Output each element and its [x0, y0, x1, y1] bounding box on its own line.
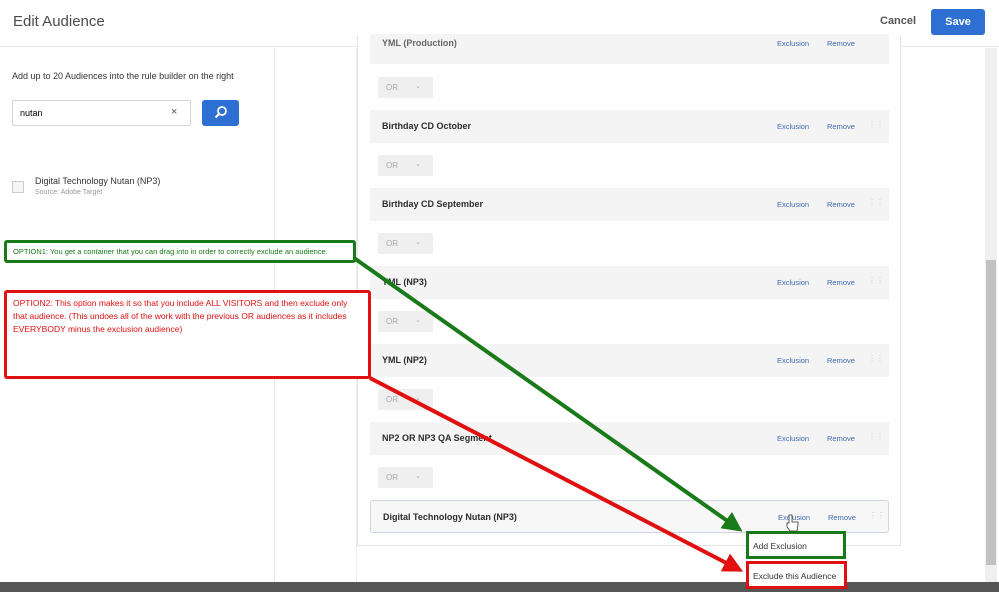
- operator-value: OR: [386, 83, 398, 92]
- remove-link[interactable]: Remove: [827, 39, 855, 48]
- audience-row[interactable]: NP2 OR NP3 QA Segment Exclusion Remove ⋮⋮: [370, 422, 889, 455]
- drag-handle-icon[interactable]: ⋮⋮: [868, 354, 884, 363]
- audience-name: Digital Technology Nutan (NP3): [35, 176, 161, 186]
- operator-dropdown[interactable]: OR ⌄: [378, 389, 433, 410]
- operator-dropdown[interactable]: OR ⌄: [378, 77, 433, 98]
- remove-link[interactable]: Remove: [827, 122, 855, 131]
- modal-title: Edit Audience: [13, 13, 105, 30]
- audience-row-name: Digital Technology Nutan (NP3): [383, 512, 517, 522]
- operator-dropdown[interactable]: OR ⌄: [378, 311, 433, 332]
- chevron-down-icon: ⌄: [415, 395, 421, 402]
- operator-value: OR: [386, 317, 398, 326]
- rule-builder: YML (Production) Exclusion Remove OR ⌄ Bi…: [357, 34, 901, 546]
- chevron-down-icon: ⌄: [415, 161, 421, 168]
- drag-handle-icon[interactable]: ⋮⋮: [868, 276, 884, 285]
- remove-link[interactable]: Remove: [827, 434, 855, 443]
- audience-row[interactable]: YML (Production) Exclusion Remove: [370, 34, 889, 64]
- option1-annotation: OPTION1: You get a container that you ca…: [4, 240, 356, 263]
- audience-row[interactable]: YML (NP3) Exclusion Remove ⋮⋮: [370, 266, 889, 299]
- cancel-button[interactable]: Cancel: [880, 15, 916, 27]
- instructions: Add up to 20 Audiences into the rule bui…: [12, 71, 234, 81]
- drag-handle-icon[interactable]: ⋮⋮: [868, 198, 884, 207]
- exclusion-link[interactable]: Exclusion: [777, 39, 809, 48]
- operator-dropdown[interactable]: OR ⌄: [378, 233, 433, 254]
- remove-link[interactable]: Remove: [827, 200, 855, 209]
- audience-row-name: YML (NP2): [382, 355, 427, 365]
- exclusion-link[interactable]: Exclusion: [777, 434, 809, 443]
- audience-row-selected[interactable]: Digital Technology Nutan (NP3) Exclusion R…: [370, 500, 889, 533]
- chevron-down-icon: ⌄: [415, 317, 421, 324]
- exclusion-link[interactable]: Exclusion: [777, 200, 809, 209]
- remove-link[interactable]: Remove: [827, 356, 855, 365]
- exclusion-link[interactable]: Exclusion: [777, 356, 809, 365]
- clear-icon[interactable]: ×: [171, 106, 177, 118]
- operator-dropdown[interactable]: OR ⌄: [378, 467, 433, 488]
- audience-row-name: NP2 OR NP3 QA Segment: [382, 433, 492, 443]
- drag-handle-icon[interactable]: ⋮⋮: [868, 432, 884, 441]
- audience-row[interactable]: Birthday CD October Exclusion Remove ⋮⋮: [370, 110, 889, 143]
- audience-row-name: Birthday CD October: [382, 121, 472, 131]
- audience-row-name: YML (Production): [382, 38, 457, 48]
- search-button[interactable]: [202, 100, 239, 126]
- operator-value: OR: [386, 239, 398, 248]
- chevron-down-icon: ⌄: [415, 83, 421, 90]
- window-bottom-edge: [0, 582, 999, 592]
- drag-handle-icon[interactable]: ⋮⋮: [868, 120, 884, 129]
- audience-row-name: Birthday CD September: [382, 199, 484, 209]
- audience-checkbox[interactable]: [12, 181, 24, 193]
- exclusion-link[interactable]: Exclusion: [777, 122, 809, 131]
- remove-link[interactable]: Remove: [828, 513, 856, 522]
- exclusion-link[interactable]: Exclusion: [777, 278, 809, 287]
- exclusion-link[interactable]: Exclusion: [778, 513, 810, 522]
- menu-item-add-exclusion[interactable]: Add Exclusion: [746, 531, 846, 559]
- remove-link[interactable]: Remove: [827, 278, 855, 287]
- drag-handle-icon[interactable]: ⋮⋮: [869, 511, 885, 520]
- save-button[interactable]: Save: [931, 9, 985, 35]
- operator-dropdown[interactable]: OR ⌄: [378, 155, 433, 176]
- chevron-down-icon: ⌄: [415, 473, 421, 480]
- scrollbar[interactable]: [985, 48, 997, 582]
- chevron-down-icon: ⌄: [415, 239, 421, 246]
- audience-row-name: YML (NP3): [382, 277, 427, 287]
- option2-annotation: OPTION2: This option makes it so that yo…: [4, 290, 371, 379]
- audience-source: Source: Adobe Target: [35, 189, 103, 196]
- operator-value: OR: [386, 395, 398, 404]
- scrollbar-thumb[interactable]: [986, 260, 996, 565]
- audience-row[interactable]: Birthday CD September Exclusion Remove ⋮⋮: [370, 188, 889, 221]
- search-icon: [214, 105, 227, 118]
- operator-value: OR: [386, 473, 398, 482]
- audience-row[interactable]: YML (NP2) Exclusion Remove ⋮⋮: [370, 344, 889, 377]
- search-input[interactable]: [12, 100, 191, 126]
- operator-value: OR: [386, 161, 398, 170]
- menu-item-exclude-audience[interactable]: Exclude this Audience: [746, 561, 847, 589]
